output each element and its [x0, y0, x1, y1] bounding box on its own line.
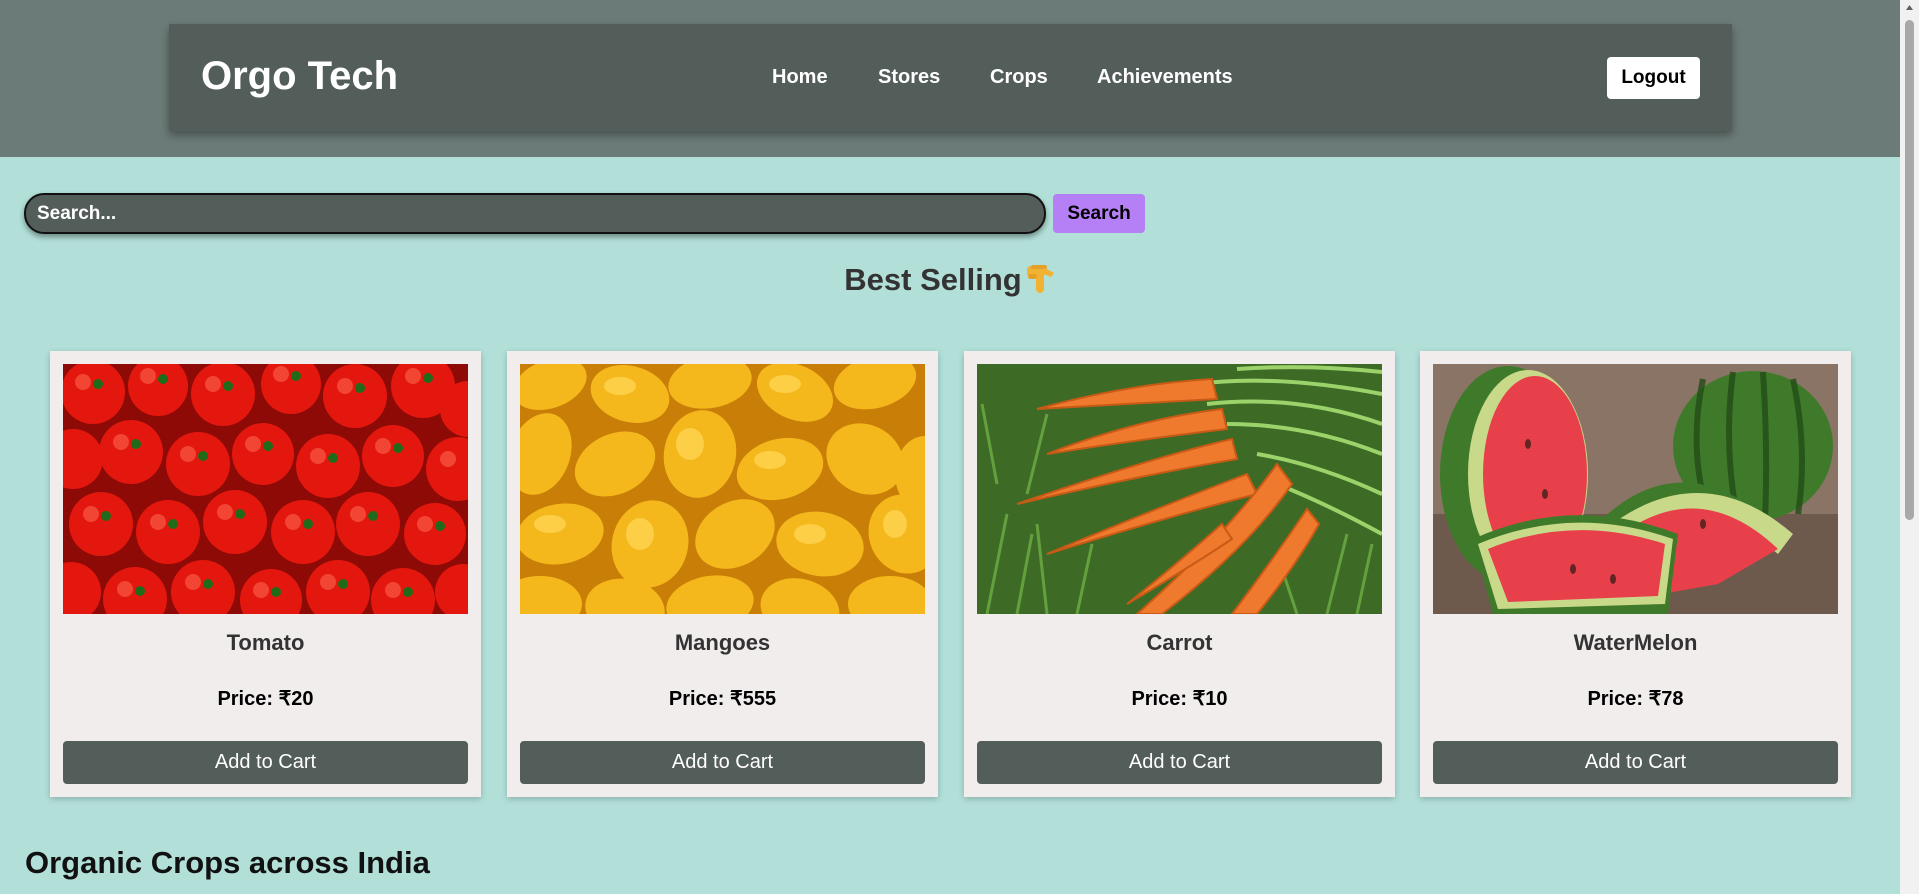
nav-crops[interactable]: Crops [990, 66, 1048, 89]
carrot-image[interactable] [977, 364, 1382, 614]
product-price: Price: ₹10 [1131, 688, 1228, 710]
add-to-cart-button[interactable]: Add to Cart [977, 741, 1382, 784]
add-to-cart-button[interactable]: Add to Cart [63, 741, 468, 784]
pointing-down-hand-icon [1026, 265, 1054, 293]
product-card-tomato: Tomato Price: ₹20 Add to Cart [50, 351, 481, 797]
search-input[interactable] [24, 193, 1046, 234]
tomato-image[interactable] [63, 364, 468, 614]
brand-logo[interactable]: Orgo Tech [201, 54, 398, 99]
nav-achievements[interactable]: Achievements [1097, 66, 1233, 89]
product-name: Tomato [226, 630, 305, 655]
product-price: Price: ₹20 [217, 688, 314, 710]
nav-stores[interactable]: Stores [878, 66, 940, 89]
watermelon-image[interactable] [1433, 364, 1838, 614]
header-band: Orgo Tech Home Stores Crops Achievements… [0, 0, 1900, 157]
product-card-mangoes: Mangoes Price: ₹555 Add to Cart [507, 351, 938, 797]
product-price: Price: ₹555 [668, 688, 777, 710]
product-card-watermelon: WaterMelon Price: ₹78 Add to Cart [1420, 351, 1851, 797]
product-name: Mangoes [674, 630, 771, 655]
best-selling-heading: Best Selling [0, 262, 1900, 298]
logout-button[interactable]: Logout [1607, 57, 1700, 99]
product-name: WaterMelon [1573, 630, 1698, 655]
search-button[interactable]: Search [1053, 194, 1145, 233]
add-to-cart-button[interactable]: Add to Cart [1433, 741, 1838, 784]
scrollbar-thumb[interactable] [1905, 20, 1914, 520]
vertical-scrollbar[interactable] [1900, 0, 1919, 894]
product-price: Price: ₹78 [1587, 688, 1684, 710]
scroll-up-arrow-icon[interactable] [1905, 4, 1914, 12]
product-card-carrot: Carrot Price: ₹10 Add to Cart [964, 351, 1395, 797]
organic-crops-heading: Organic Crops across India [25, 845, 430, 880]
product-name: Carrot [1146, 630, 1213, 655]
mangoes-image[interactable] [520, 364, 925, 614]
navbar: Orgo Tech Home Stores Crops Achievements… [169, 24, 1732, 131]
nav-home[interactable]: Home [772, 66, 828, 89]
best-selling-title: Best Selling [844, 262, 1022, 297]
add-to-cart-button[interactable]: Add to Cart [520, 741, 925, 784]
